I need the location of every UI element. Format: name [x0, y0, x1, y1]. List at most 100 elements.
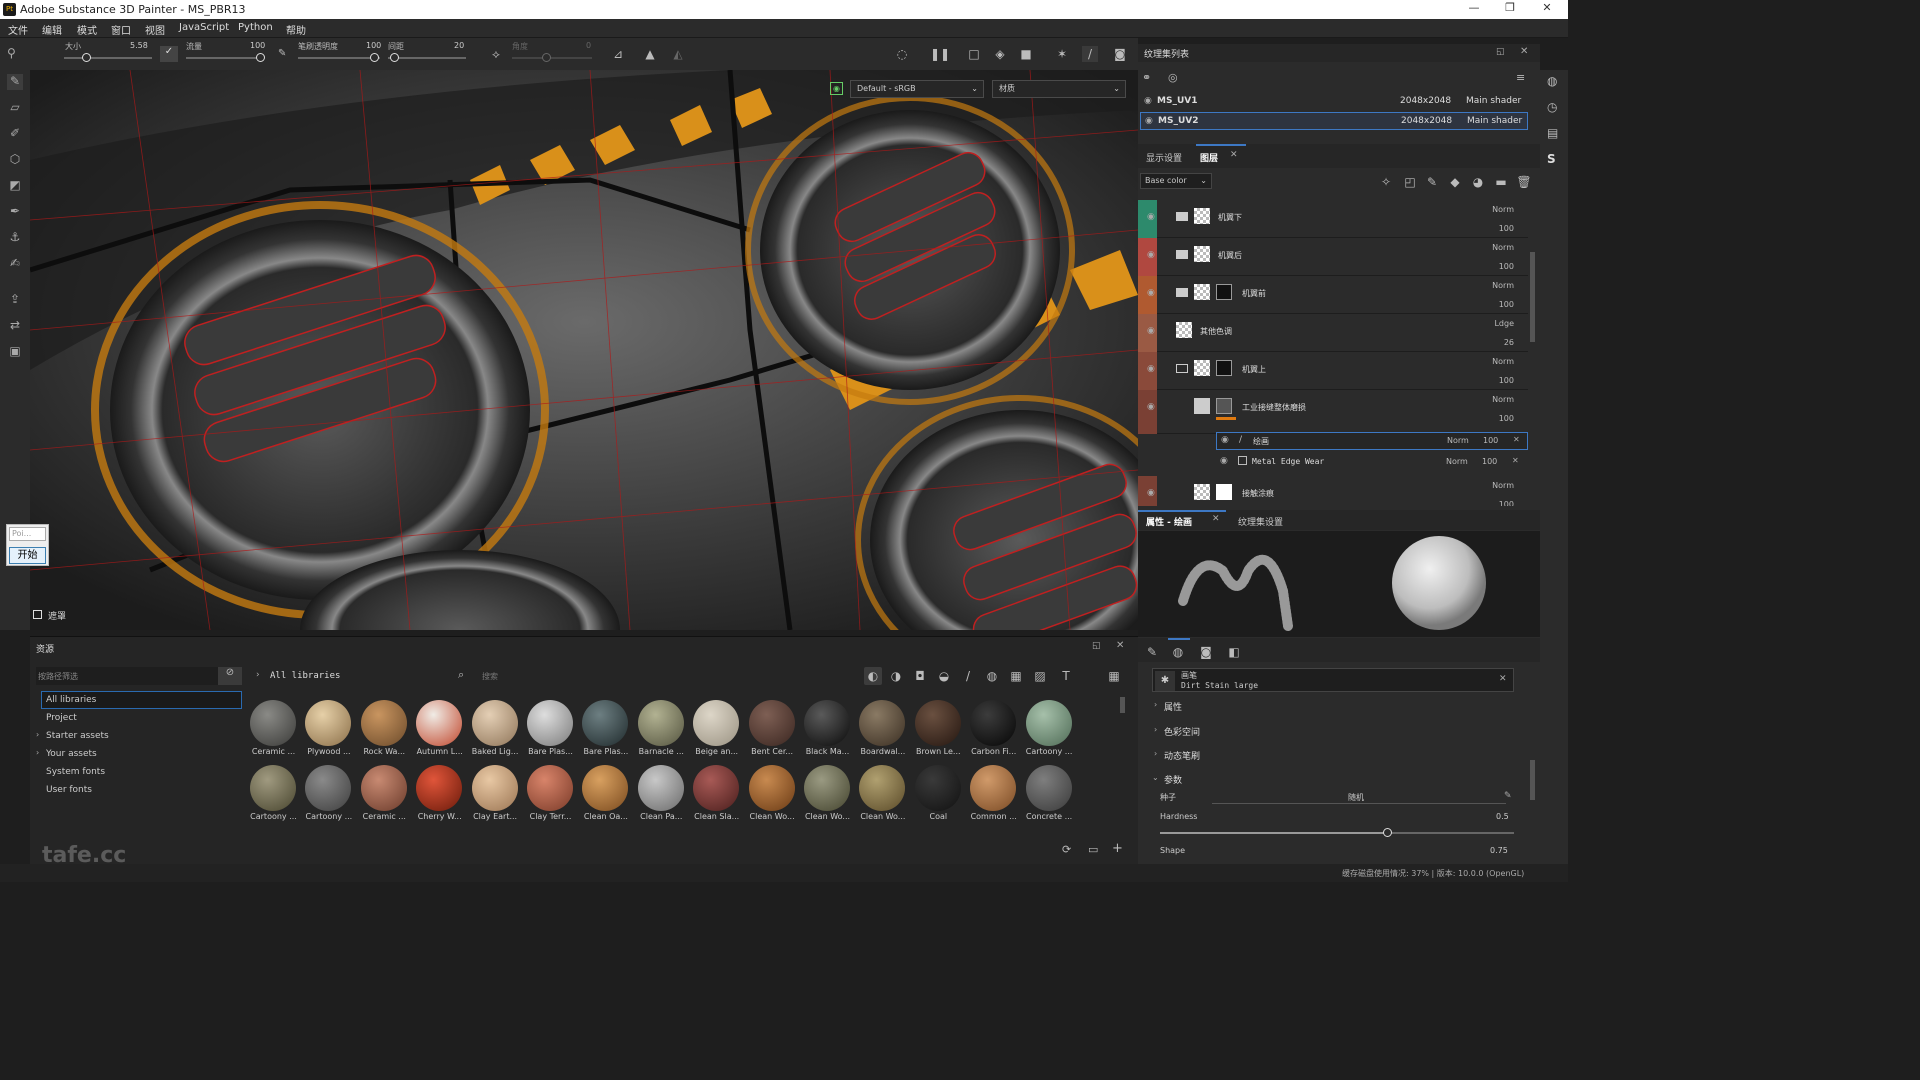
smart-material-filter-icon[interactable]: ◑ — [888, 668, 904, 684]
layer-row[interactable]: ◉ 机翼前 Norm 100 — [1138, 276, 1528, 314]
section-properties[interactable]: 属性 — [1164, 700, 1182, 713]
texture-filter-icon[interactable]: ▦ — [1008, 668, 1024, 684]
chevron-down-icon[interactable]: ⌄ — [1152, 773, 1159, 782]
flow-slider[interactable] — [186, 57, 264, 59]
add-paint-layer-icon[interactable]: ✎ — [1424, 174, 1440, 190]
eye-icon[interactable]: ◉ — [1145, 116, 1153, 126]
layer-row[interactable]: ◉ 其他色调 Ldge 26 — [1138, 314, 1528, 352]
menu-file[interactable]: 文件 — [8, 22, 28, 37]
eye-icon[interactable]: ◉ — [1144, 96, 1152, 106]
import-icon[interactable]: ▣ — [7, 344, 23, 360]
brush-opacity-knob[interactable] — [370, 53, 379, 62]
scrollbar[interactable] — [1120, 697, 1125, 713]
colorspace-select[interactable]: Default - sRGB ⌄ — [850, 80, 984, 98]
filter-toggle-icon[interactable]: ⊘ — [218, 667, 242, 685]
symmetry-icon[interactable]: ⚲ — [7, 46, 16, 60]
layer-row[interactable]: ◉ 机翼后 Norm 100 — [1138, 238, 1528, 276]
close-tab-icon[interactable]: ✕ — [1212, 514, 1220, 524]
sidebar-item-user-fonts[interactable]: User fonts — [46, 785, 92, 795]
material-thumbnail[interactable] — [360, 700, 407, 746]
grid-view-icon[interactable]: ▦ — [1106, 668, 1122, 684]
add-mask-icon[interactable]: ◰ — [1402, 174, 1418, 190]
geometry-fill-icon[interactable]: ⬡ — [7, 152, 23, 168]
flow-slider-knob[interactable] — [256, 53, 265, 62]
material-thumbnail[interactable] — [914, 700, 961, 746]
size-slider-knob[interactable] — [82, 53, 91, 62]
refresh-icon[interactable]: ⟳ — [1062, 843, 1071, 856]
material-thumbnail[interactable] — [416, 700, 463, 746]
chevron-right-icon[interactable]: › — [1154, 700, 1157, 709]
menu-icon[interactable]: ≡ — [1516, 71, 1525, 84]
material-thumbnail[interactable] — [859, 765, 906, 811]
material-thumbnail[interactable] — [914, 765, 961, 811]
chevron-right-icon[interactable]: › — [1154, 749, 1157, 758]
material-thumbnail[interactable] — [471, 700, 518, 746]
material-thumbnail[interactable] — [305, 700, 352, 746]
section-parameters[interactable]: 参数 — [1164, 773, 1182, 786]
tab-display-settings[interactable]: 显示设置 — [1146, 151, 1182, 164]
brush-tab-icon[interactable]: ✎ — [1144, 644, 1160, 660]
effect-row-paint[interactable]: ◉ / 绘画 Norm 100 ✕ — [1216, 432, 1528, 450]
3d-view-icon[interactable]: ◈ — [992, 46, 1008, 62]
mask-filter-icon[interactable]: ◘ — [912, 668, 928, 684]
new-folder-icon[interactable]: ▭ — [1088, 843, 1098, 856]
spacing-value[interactable]: 20 — [454, 41, 464, 50]
material-thumbnail[interactable] — [527, 765, 573, 811]
flow-value[interactable]: 100 — [250, 41, 265, 50]
font-filter-icon[interactable]: T — [1058, 668, 1074, 684]
seed-value[interactable]: 随机 — [1348, 792, 1364, 803]
eye-icon[interactable]: ◉ — [1147, 212, 1155, 222]
bake-icon[interactable]: ⇪ — [7, 292, 23, 308]
pause-icon[interactable]: ❚❚ — [930, 46, 950, 62]
hardness-knob[interactable] — [1382, 828, 1392, 837]
add-fill-layer-icon[interactable]: ◆ — [1447, 174, 1463, 190]
alpha-slot[interactable]: ✱ 画笔 Dirt Stain large ✕ — [1152, 668, 1514, 692]
material-thumbnail[interactable] — [582, 765, 629, 811]
minimize-button[interactable]: — — [1459, 1, 1489, 17]
mask-checkbox[interactable] — [33, 610, 42, 619]
section-dynamic-brush[interactable]: 动态笔刷 — [1164, 749, 1200, 762]
layer-row[interactable]: ◉ 机翼上 Norm 100 — [1138, 352, 1528, 390]
eye-icon[interactable]: ◉ — [1147, 288, 1155, 298]
export-icon[interactable]: ⇄ — [7, 318, 23, 334]
paint-mode-icon[interactable]: / — [1082, 46, 1098, 62]
globe-icon[interactable]: ◍ — [1547, 74, 1557, 88]
alpha-tab-icon[interactable]: ◍ — [1170, 644, 1186, 660]
visibility-icon[interactable]: ◎ — [1168, 71, 1178, 84]
maximize-button[interactable]: ❐ — [1495, 1, 1525, 17]
material-tab-icon[interactable]: ◧ — [1226, 644, 1242, 660]
tab-texture-set-settings[interactable]: 纹理集设置 — [1238, 515, 1283, 528]
material-thumbnail[interactable] — [637, 765, 684, 811]
eye-icon[interactable]: ◉ — [1220, 456, 1228, 466]
layer-row[interactable]: ◉ 机翼下 Norm 100 — [1138, 200, 1528, 238]
sidebar-item-your-assets[interactable]: Your assets — [46, 749, 97, 759]
material-filter-icon[interactable]: ◐ — [865, 668, 881, 684]
symmetry-disabled-icon[interactable]: ◭ — [670, 46, 686, 62]
symmetry-mirror-icon[interactable]: ▲ — [642, 46, 658, 62]
undock-icon[interactable]: ◱ — [1496, 47, 1505, 57]
material-thumbnail[interactable] — [305, 765, 352, 811]
add-folder-icon[interactable]: ▬ — [1493, 174, 1509, 190]
screenshot-icon[interactable]: ◙ — [1112, 46, 1128, 62]
filter-input[interactable]: 按路径筛选 ⊘ — [36, 667, 242, 685]
shape-value[interactable]: 0.75 — [1490, 846, 1508, 855]
start-input[interactable]: Poi... — [9, 527, 46, 541]
eye-icon[interactable]: ◉ — [1221, 435, 1229, 445]
spacing-slider[interactable] — [388, 57, 466, 59]
undock-icon[interactable]: ◱ — [1092, 641, 1101, 651]
hide-icon[interactable]: ◌ — [894, 46, 910, 62]
edit-icon[interactable]: ✎ — [1504, 791, 1512, 801]
channel-dropdown[interactable]: Base color ⌄ — [1140, 173, 1212, 189]
material-thumbnail[interactable] — [693, 700, 740, 746]
eye-icon[interactable]: ◉ — [1147, 326, 1155, 336]
angle-follow-icon[interactable]: ⊿ — [610, 46, 626, 62]
effect-row-generator[interactable]: ◉ Metal Edge Wear Norm 100 ✕ — [1216, 454, 1528, 472]
2d-view-icon[interactable]: □ — [966, 46, 982, 62]
log-icon[interactable]: ▤ — [1547, 126, 1558, 140]
generator-filter-icon[interactable]: ◒ — [936, 668, 952, 684]
chevron-right-icon[interactable]: › — [256, 670, 260, 680]
remove-effect-icon[interactable]: ✕ — [1513, 435, 1520, 444]
texture-set-row[interactable]: ◉ MS_UV1 2048x2048 Main shader — [1140, 92, 1528, 110]
brush-opacity-value[interactable]: 100 — [366, 41, 381, 50]
search-input[interactable]: 搜索 — [482, 671, 498, 682]
